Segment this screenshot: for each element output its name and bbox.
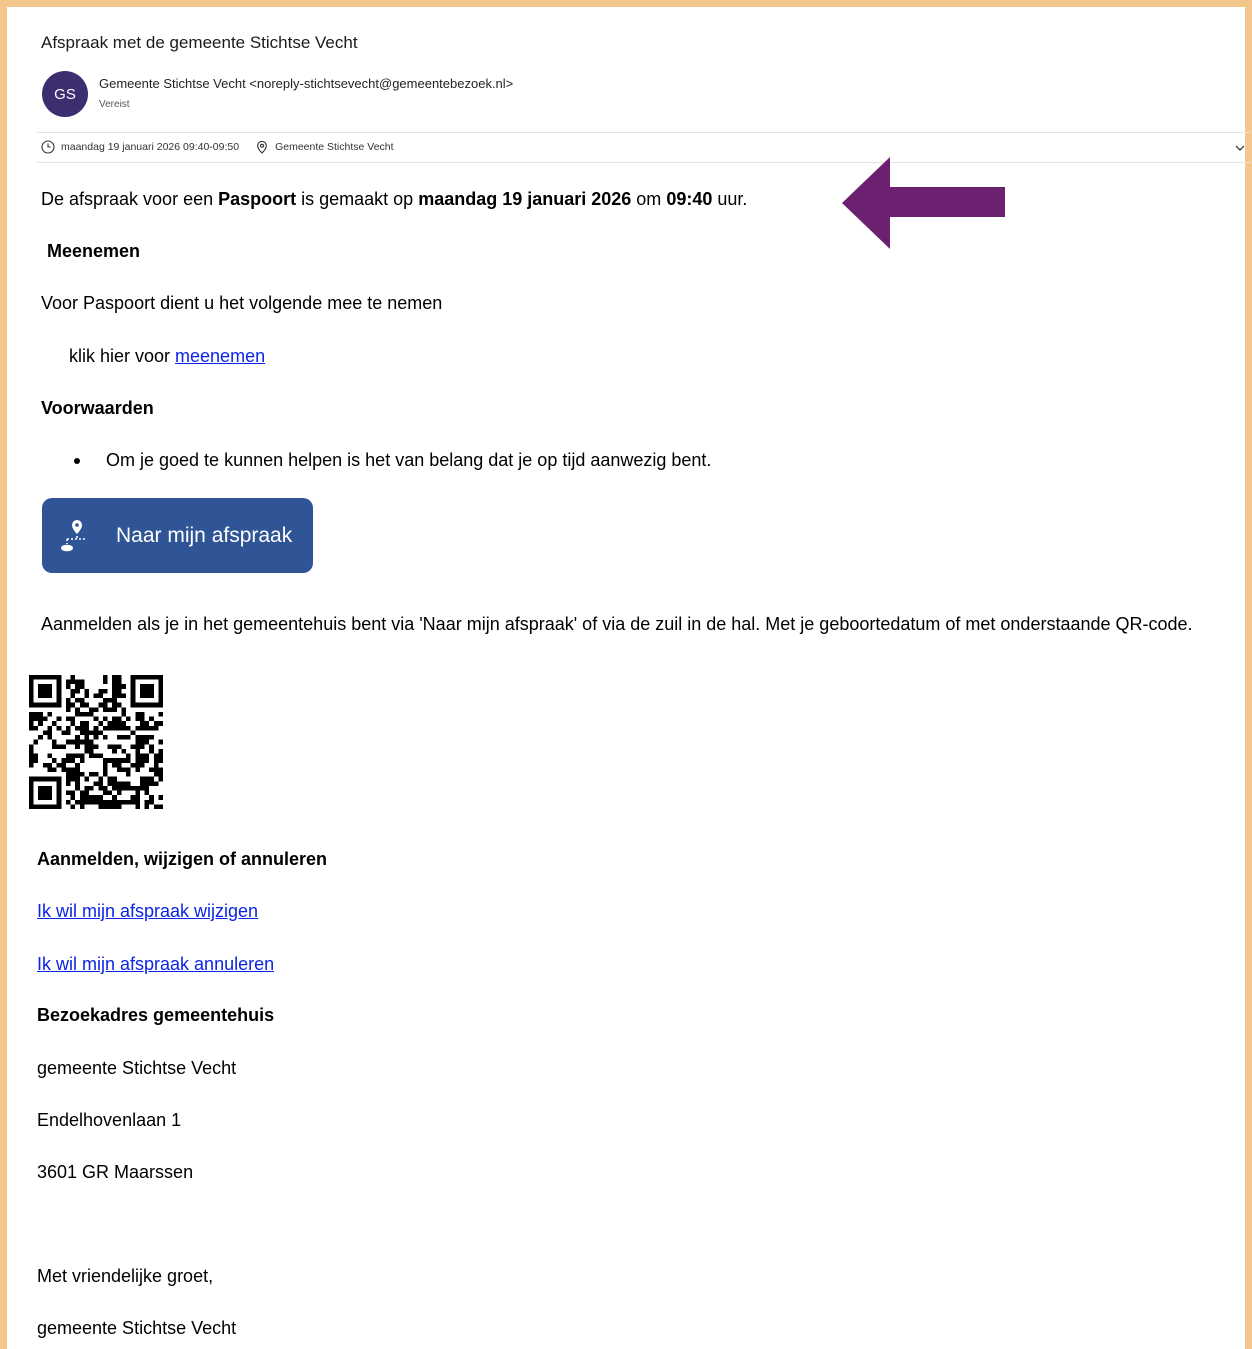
annotation-arrow <box>842 157 1005 249</box>
summary-date: maandag 19 januari 2026 <box>418 189 632 209</box>
address-heading: Bezoekadres gemeentehuis <box>37 1005 275 1025</box>
voorwaarden-item: Om je goed te kunnen helpen is het van b… <box>106 450 712 470</box>
sender-address[interactable]: Gemeente Stichtse Vecht <noreply-stichts… <box>99 76 513 91</box>
divider <box>37 132 1251 133</box>
my-appointment-button[interactable]: Naar mijn afspraak <box>42 498 313 573</box>
summary-text: om <box>631 189 667 209</box>
summary-text: is gemaakt op <box>296 189 419 209</box>
signature: gemeente Stichtse Vecht <box>37 1318 237 1338</box>
check-in-instructions: Aanmelden als je in het gemeentehuis ben… <box>41 614 1193 634</box>
meenemen-prefix: klik hier voor <box>69 346 176 366</box>
bullet <box>74 458 80 464</box>
meeting-location: Gemeente Stichtse Vecht <box>275 141 394 153</box>
divider <box>37 162 1251 163</box>
address-line: gemeente Stichtse Vecht <box>37 1058 237 1078</box>
my-appointment-label: Naar mijn afspraak <box>116 523 293 547</box>
route-pin-icon <box>61 519 87 551</box>
meeting-time: maandag 19 januari 2026 09:40-09:50 <box>61 141 240 153</box>
voorwaarden-heading: Voorwaarden <box>41 398 154 418</box>
email-frame: Afspraak met de gemeente Stichtse Vecht … <box>0 0 1252 1349</box>
chevron-down-icon[interactable] <box>1234 141 1246 153</box>
summary-product: Paspoort <box>218 189 297 209</box>
appointment-summary: De afspraak voor een Paspoort is gemaakt… <box>41 188 747 210</box>
meenemen-line: klik hier voor meenemen <box>69 345 265 367</box>
closing-greeting: Met vriendelijke groet, <box>37 1266 214 1286</box>
meenemen-heading: Meenemen <box>47 241 141 261</box>
attendance-status: Vereist <box>99 99 130 110</box>
summary-text: uur. <box>712 189 748 209</box>
avatar-initials: GS <box>54 85 76 103</box>
summary-text: De afspraak voor een <box>41 189 219 209</box>
address-line: 3601 GR Maarssen <box>37 1162 194 1182</box>
summary-time: 09:40 <box>666 189 713 209</box>
manage-heading: Aanmelden, wijzigen of annuleren <box>37 849 328 869</box>
qr-code-modules <box>29 675 163 809</box>
address-line: Endelhovenlaan 1 <box>37 1110 182 1130</box>
cancel-appointment-link[interactable]: Ik wil mijn afspraak annuleren <box>37 953 274 975</box>
meeting-meta: maandag 19 januari 2026 09:40-09:50 Geme… <box>41 138 394 156</box>
email-subject: Afspraak met de gemeente Stichtse Vecht <box>41 33 358 52</box>
location-pin-icon <box>255 140 269 154</box>
change-appointment-link[interactable]: Ik wil mijn afspraak wijzigen <box>37 900 258 922</box>
meenemen-text: Voor Paspoort dient u het volgende mee t… <box>41 293 443 313</box>
sender-avatar[interactable]: GS <box>42 71 88 117</box>
meenemen-link[interactable]: meenemen <box>175 346 265 366</box>
qr-code-image <box>29 675 163 809</box>
clock-icon <box>41 140 55 154</box>
